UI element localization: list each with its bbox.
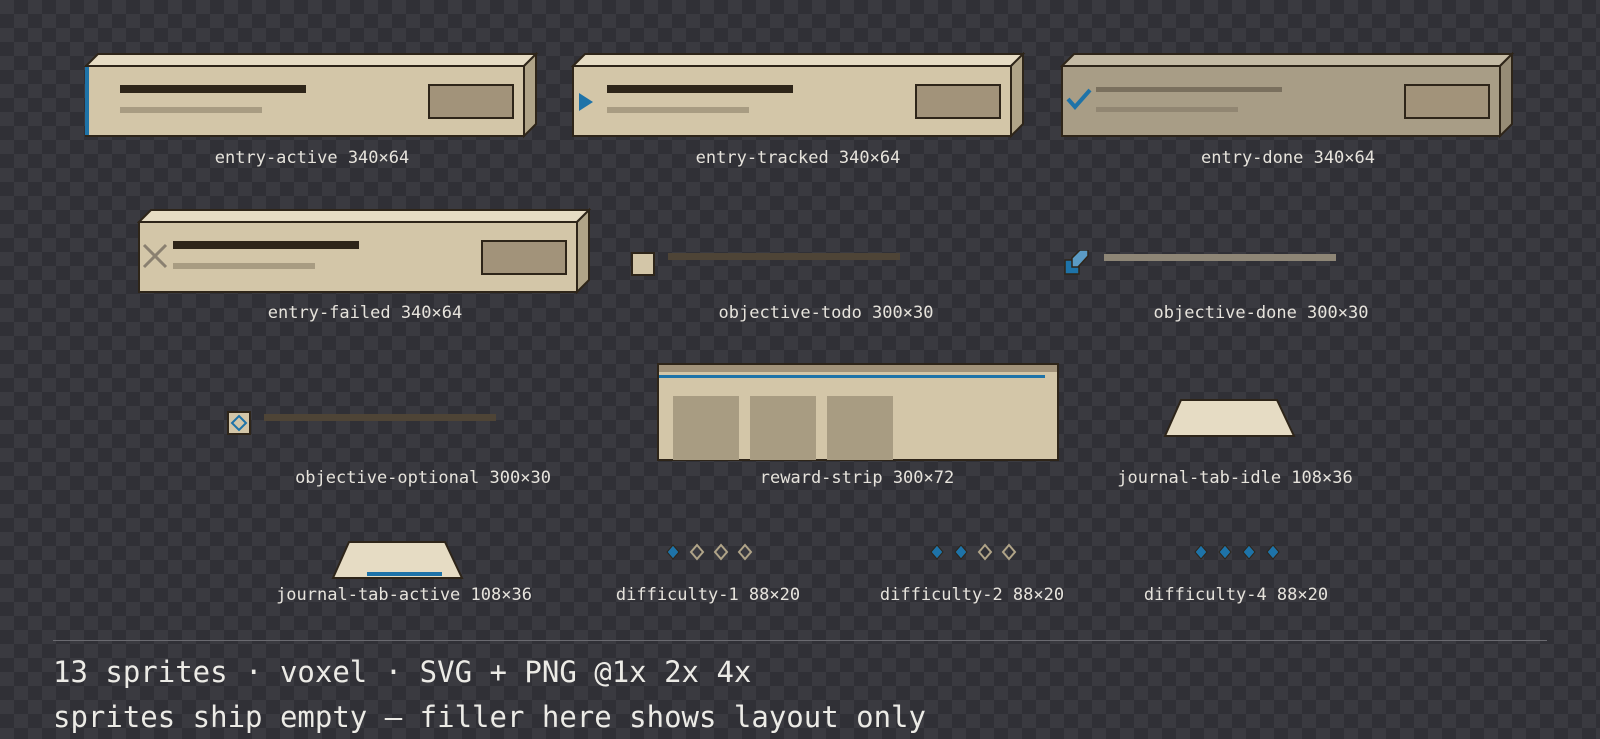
difficulty-4-label: difficulty-4 88×20 xyxy=(1143,585,1329,605)
journal-tab-idle-sprite xyxy=(1163,399,1296,437)
reward-strip-label: reward-strip 300×72 xyxy=(759,468,955,488)
journal-tab-active-sprite xyxy=(331,541,464,579)
objective-text-filler xyxy=(1104,254,1336,261)
diamond-pip-filled-icon xyxy=(1242,544,1256,560)
difficulty-1-label: difficulty-1 88×20 xyxy=(615,585,801,605)
empty-checkbox-icon xyxy=(631,252,655,276)
diamond-pip-empty-icon xyxy=(689,543,705,561)
objective-text-filler xyxy=(668,253,900,260)
difficulty-1-sprite xyxy=(666,543,753,561)
reward-header xyxy=(659,365,1057,372)
title-filler xyxy=(607,85,793,93)
footer-summary: 13 sprites · voxel · SVG + PNG @1x 2x 4x xyxy=(53,655,752,689)
diamond-pip-empty-icon xyxy=(977,543,993,561)
journal-tab-idle-label: journal-tab-idle 108×36 xyxy=(1117,468,1353,488)
entry-failed-sprite xyxy=(137,208,592,295)
entry-active-label: entry-active 340×64 xyxy=(214,148,410,168)
title-filler xyxy=(173,241,359,249)
accent-stripe xyxy=(85,67,89,135)
title-filler xyxy=(120,85,306,93)
footer-note: sprites ship empty — filler here shows l… xyxy=(53,700,926,734)
diamond-pip-filled-icon xyxy=(1218,544,1232,560)
subtitle-filler xyxy=(1096,107,1238,112)
objective-optional-sprite xyxy=(227,411,496,435)
value-slot xyxy=(1404,84,1490,119)
subtitle-filler xyxy=(607,107,749,113)
value-slot xyxy=(481,240,567,275)
subtitle-filler xyxy=(173,263,315,269)
reward-slot xyxy=(827,396,893,460)
title-filler xyxy=(1096,87,1282,92)
entry-failed-label: entry-failed 340×64 xyxy=(267,303,463,323)
diamond-pip-filled-icon xyxy=(1266,544,1280,560)
reward-strip-sprite xyxy=(657,363,1059,461)
objective-done-label: objective-done 300×30 xyxy=(1153,303,1369,323)
entry-done-label: entry-done 340×64 xyxy=(1201,148,1375,168)
checked-box-icon xyxy=(1064,250,1089,275)
footer-divider xyxy=(53,640,1547,641)
objective-todo-label: objective-todo 300×30 xyxy=(718,303,934,323)
objective-done-sprite xyxy=(1064,250,1336,275)
diamond-pip-empty-icon xyxy=(737,543,753,561)
diamond-pip-filled-icon xyxy=(930,544,944,560)
entry-tracked-label: entry-tracked 340×64 xyxy=(695,148,901,168)
reward-accent-line xyxy=(659,375,1045,378)
diamond-pip-filled-icon xyxy=(666,544,680,560)
value-slot xyxy=(428,84,514,119)
reward-slot xyxy=(673,396,739,460)
diamond-pip-empty-icon xyxy=(713,543,729,561)
subtitle-filler xyxy=(120,107,262,113)
entry-done-sprite xyxy=(1060,52,1515,139)
entry-active-sprite xyxy=(84,52,539,139)
diamond-pip-filled-icon xyxy=(1194,544,1208,560)
difficulty-2-label: difficulty-2 88×20 xyxy=(879,585,1065,605)
active-tab-underline xyxy=(367,572,442,576)
diamond-box-icon xyxy=(227,411,251,435)
objective-optional-label: objective-optional 300×30 xyxy=(295,468,551,488)
difficulty-4-sprite xyxy=(1194,544,1280,560)
objective-todo-sprite xyxy=(631,252,900,276)
objective-text-filler xyxy=(264,414,496,421)
value-slot xyxy=(915,84,1001,119)
diamond-pip-filled-icon xyxy=(954,544,968,560)
diamond-pip-empty-icon xyxy=(1001,543,1017,561)
difficulty-2-sprite xyxy=(930,543,1017,561)
reward-slot xyxy=(750,396,816,460)
entry-tracked-sprite xyxy=(571,52,1026,139)
journal-tab-active-label: journal-tab-active 108×36 xyxy=(276,585,532,605)
